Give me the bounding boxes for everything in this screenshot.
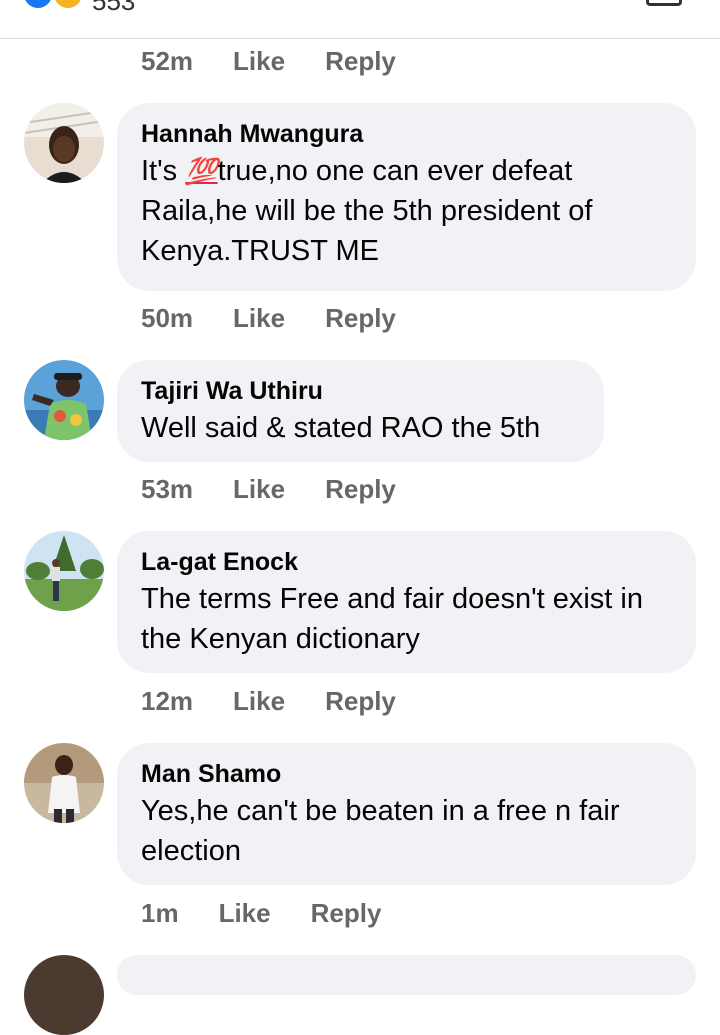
- avatar-image: [24, 531, 104, 611]
- like-button[interactable]: Like: [233, 303, 285, 334]
- comment-author[interactable]: Hannah Mwangura: [141, 117, 672, 151]
- comment-time: 53m: [141, 473, 194, 504]
- reply-button[interactable]: Reply: [311, 898, 382, 929]
- comment-bubble[interactable]: La-gat Enock The terms Free and fair doe…: [117, 531, 696, 673]
- reaction-count[interactable]: 553: [92, 0, 135, 17]
- comment-text: Yes,he can't be beaten in a free n fair …: [141, 795, 620, 867]
- avatar[interactable]: [24, 531, 104, 611]
- like-button[interactable]: Like: [233, 686, 285, 717]
- comment-author[interactable]: La-gat Enock: [141, 545, 672, 579]
- avatar-image: [24, 103, 104, 183]
- reactions-bar: 553: [0, 0, 720, 39]
- comment-time: 50m: [141, 302, 194, 333]
- comment-text: The terms Free and fair doesn't exist in…: [141, 583, 643, 655]
- comment-bubble[interactable]: Man Shamo Yes,he can't be beaten in a fr…: [117, 743, 696, 885]
- comment-actions: 12m Like Reply: [141, 683, 396, 719]
- avatar[interactable]: [24, 360, 104, 440]
- avatar[interactable]: [24, 103, 104, 183]
- avatar-image: [24, 743, 104, 823]
- comment-text-start: It's: [141, 155, 186, 187]
- comment-actions: 1m Like Reply: [141, 895, 381, 931]
- like-button[interactable]: Like: [233, 46, 285, 77]
- hundred-points-icon: 💯: [185, 156, 218, 186]
- share-icon[interactable]: [646, 0, 682, 6]
- comment-text: Well said & stated RAO the 5th: [141, 412, 541, 444]
- like-reaction-icon[interactable]: [22, 0, 54, 10]
- haha-reaction-icon[interactable]: [52, 0, 84, 10]
- comment-actions: 53m Like Reply: [141, 471, 396, 507]
- comment-time: 12m: [141, 685, 194, 716]
- comment-bubble[interactable]: [117, 955, 696, 995]
- reply-button[interactable]: Reply: [325, 686, 396, 717]
- comment-text: It's 💯true,no one can ever defeat Raila,…: [141, 151, 672, 271]
- comment-time: 1m: [141, 897, 179, 928]
- comment-actions: 50m Like Reply: [141, 300, 396, 336]
- avatar[interactable]: [24, 743, 104, 823]
- avatar[interactable]: [24, 955, 104, 1035]
- reply-button[interactable]: Reply: [325, 46, 396, 77]
- like-button[interactable]: Like: [233, 474, 285, 505]
- avatar-image: [24, 360, 104, 440]
- comment-bubble[interactable]: Tajiri Wa Uthiru Well said & stated RAO …: [117, 360, 604, 462]
- like-button[interactable]: Like: [219, 898, 271, 929]
- reply-button[interactable]: Reply: [325, 303, 396, 334]
- comment-author[interactable]: Tajiri Wa Uthiru: [141, 374, 580, 408]
- comment-actions: 52m Like Reply: [141, 43, 396, 79]
- reply-button[interactable]: Reply: [325, 474, 396, 505]
- comment-bubble[interactable]: Hannah Mwangura It's 💯true,no one can ev…: [117, 103, 696, 291]
- comment-author[interactable]: Man Shamo: [141, 757, 672, 791]
- avatar-image: [24, 955, 104, 1035]
- comment-time: 52m: [141, 45, 194, 76]
